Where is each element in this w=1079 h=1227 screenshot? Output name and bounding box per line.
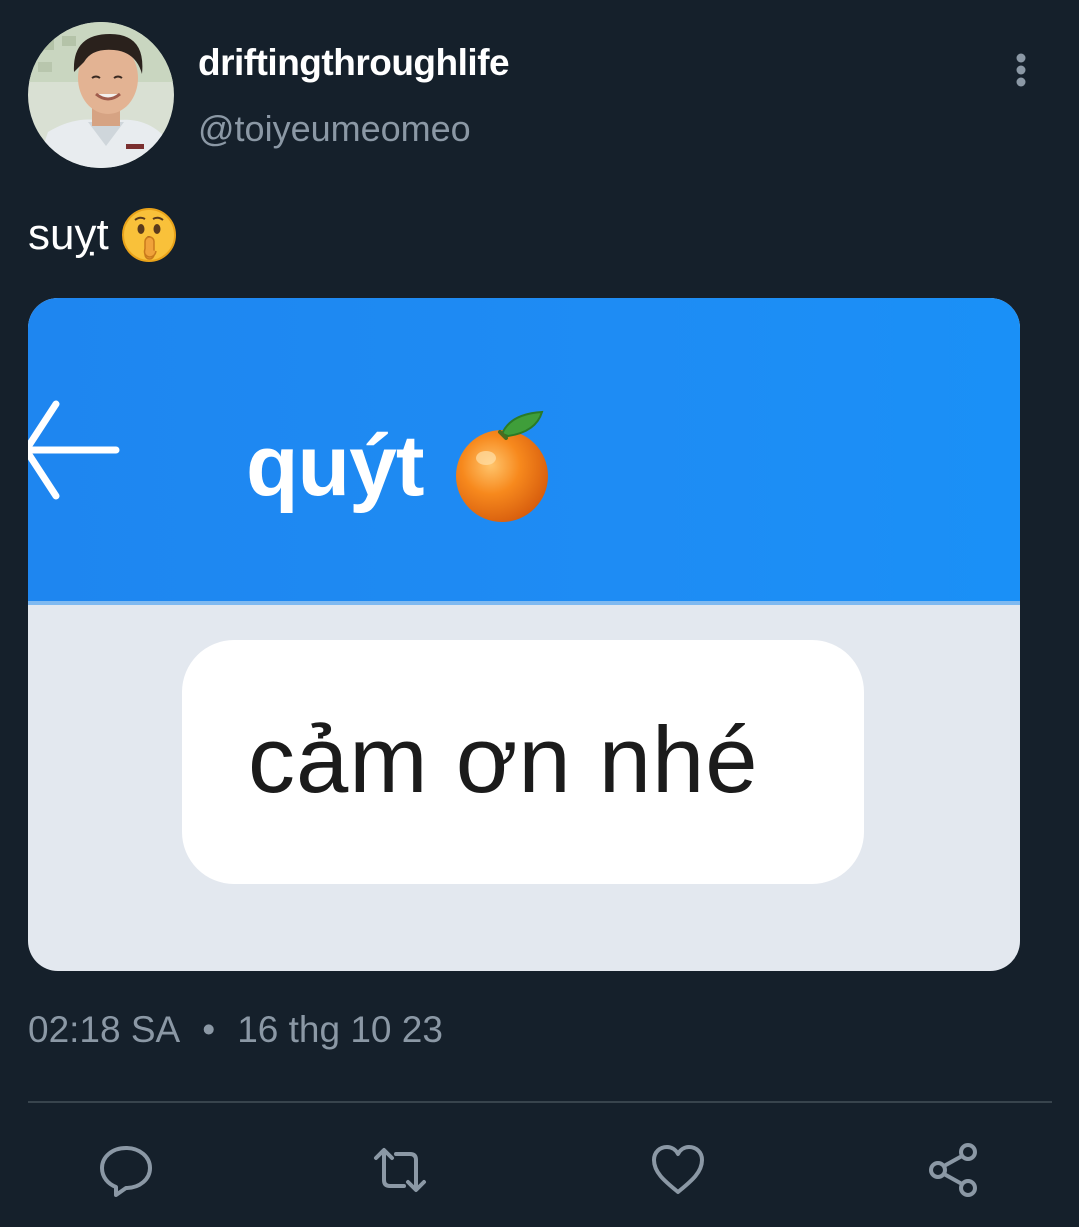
back-arrow-icon <box>28 400 120 500</box>
shushing-face-emoji <box>121 208 176 262</box>
tweet-time: 02:18 SA <box>28 1009 181 1050</box>
more-options-button[interactable] <box>1002 50 1040 90</box>
tangerine-emoji <box>455 410 548 522</box>
user-handle[interactable]: @toiyeumeomeo <box>198 108 471 150</box>
avatar[interactable] <box>28 22 174 168</box>
meta-separator: • <box>202 1009 216 1050</box>
comment-bubble-icon <box>100 1146 152 1197</box>
reply-button[interactable] <box>96 1140 156 1200</box>
tweet-timestamp[interactable]: 02:18 SA • 16 thg 10 23 <box>28 1009 443 1051</box>
tweet-detail: driftingthroughlife @toiyeumeomeo suỵt q… <box>0 0 1079 1227</box>
like-button[interactable] <box>648 1140 708 1200</box>
chat-header: quýt <box>28 298 1020 605</box>
share-button[interactable] <box>924 1140 984 1200</box>
display-name[interactable]: driftingthroughlife <box>198 42 510 84</box>
retweet-icon <box>374 1148 426 1192</box>
heart-icon <box>652 1145 704 1194</box>
tweet-text-content: suỵt <box>28 210 109 259</box>
tweet-media-image[interactable]: quýt cảm ơn nhé <box>28 298 1020 971</box>
chat-contact-name: quýt <box>246 417 425 514</box>
avatar-photo <box>28 22 174 168</box>
divider <box>28 1101 1052 1103</box>
share-nodes-icon <box>929 1143 977 1197</box>
retweet-button[interactable] <box>370 1140 430 1200</box>
message-text: cảm ơn nhé <box>248 707 759 812</box>
tweet-text: suỵt <box>28 203 177 267</box>
message-bubble: cảm ơn nhé <box>182 640 864 884</box>
more-vertical-icon <box>1016 53 1026 87</box>
tweet-date: 16 thg 10 23 <box>237 1009 443 1050</box>
chat-title: quýt <box>246 410 558 522</box>
